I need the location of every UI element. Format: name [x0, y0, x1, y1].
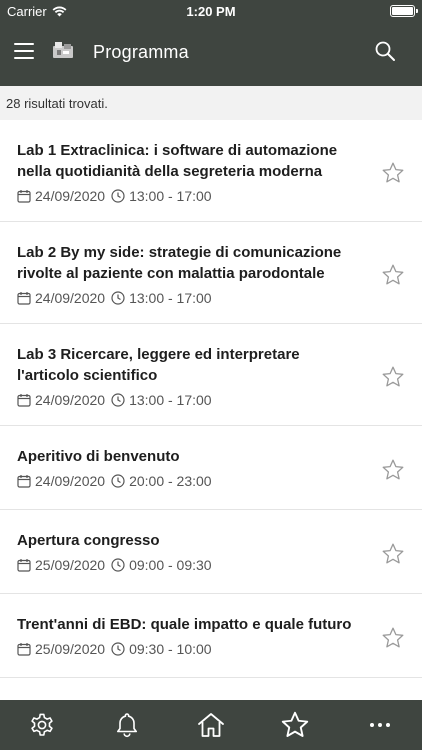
page-title: Programma	[93, 42, 189, 62]
event-date: 24/09/2020	[35, 290, 106, 306]
event-title: Aperitivo di benvenuto	[17, 448, 180, 465]
results-count: 28 risultati trovati.	[0, 86, 422, 120]
event-meta: 24/09/2020 13:00 - 17:00	[17, 290, 362, 306]
menu-line	[14, 43, 34, 45]
favorite-star-icon[interactable]	[381, 542, 405, 566]
menu-button[interactable]	[14, 43, 34, 61]
favorite-star-icon[interactable]	[381, 458, 405, 482]
event-meta: 24/09/2020 13:00 - 17:00	[17, 188, 362, 204]
favorite-star-icon[interactable]	[381, 263, 405, 287]
favorite-star-icon[interactable]	[381, 365, 405, 389]
clock-icon	[111, 291, 125, 305]
more-icon	[369, 723, 390, 727]
calendar-icon	[17, 190, 31, 203]
nav-notifications[interactable]	[84, 700, 168, 750]
event-date: 24/09/2020	[35, 473, 106, 489]
event-time: 13:00 - 17:00	[129, 392, 212, 408]
event-time: 09:30 - 10:00	[129, 641, 212, 657]
event-title: Apertura congresso	[17, 532, 160, 549]
list-item[interactable]: Lab 1 Extraclinica: i software di automa…	[0, 120, 422, 222]
event-time: 13:00 - 17:00	[129, 290, 212, 306]
event-meta: 24/09/2020 13:00 - 17:00	[17, 392, 362, 408]
calendar-icon	[17, 394, 31, 407]
event-date: 24/09/2020	[35, 188, 106, 204]
clock-icon	[111, 642, 125, 656]
list-item[interactable]: Trent'anni di EBD: quale impatto e quale…	[0, 594, 422, 678]
nav-home[interactable]	[169, 700, 253, 750]
star-icon	[282, 711, 309, 737]
battery-icon	[390, 5, 418, 17]
event-date: 25/09/2020	[35, 641, 106, 657]
clock: 1:20 PM	[186, 4, 236, 19]
gear-icon	[31, 713, 53, 736]
event-time: 09:00 - 09:30	[129, 557, 212, 573]
favorite-star-icon[interactable]	[381, 161, 405, 185]
event-title: Lab 3 Ricercare, leggere ed interpretare…	[17, 346, 300, 384]
clock-icon	[111, 474, 125, 488]
event-title: Trent'anni di EBD: quale impatto e quale…	[17, 616, 352, 633]
calendar-icon	[17, 292, 31, 305]
favorite-star-icon[interactable]	[381, 626, 405, 650]
bottom-nav	[0, 700, 422, 750]
calendar-icon	[17, 559, 31, 572]
menu-line	[14, 50, 34, 52]
status-bar: Carrier 1:20 PM	[0, 0, 422, 22]
search-icon[interactable]	[374, 40, 396, 62]
event-time: 20:00 - 23:00	[129, 473, 212, 489]
event-title: Lab 1 Extraclinica: i software di automa…	[17, 142, 338, 180]
nav-more[interactable]	[338, 700, 422, 750]
bell-icon	[116, 713, 137, 738]
event-meta: 25/09/2020 09:30 - 10:00	[17, 641, 362, 657]
clock-icon	[111, 189, 125, 203]
event-meta: 25/09/2020 09:00 - 09:30	[17, 557, 362, 573]
list-item[interactable]: Lab 3 Ricercare, leggere ed interpretare…	[0, 324, 422, 426]
event-list: Lab 1 Extraclinica: i software di automa…	[0, 120, 422, 700]
event-title: Lab 2 By my side: strategie di comunicaz…	[17, 244, 342, 282]
clock-icon	[111, 393, 125, 407]
app-logo-icon	[53, 42, 73, 58]
event-meta: 24/09/2020 20:00 - 23:00	[17, 473, 362, 489]
calendar-icon	[17, 643, 31, 656]
calendar-icon	[17, 475, 31, 488]
menu-line	[14, 57, 34, 59]
event-date: 24/09/2020	[35, 392, 106, 408]
nav-favorites[interactable]	[253, 700, 337, 750]
list-item[interactable]: Aperitivo di benvenuto 24/09/2020 20:00 …	[0, 426, 422, 510]
app-bar: Programma	[0, 22, 422, 86]
nav-settings[interactable]	[0, 700, 84, 750]
list-item[interactable]: Apertura congresso 25/09/2020 09:00 - 09…	[0, 510, 422, 594]
clock-icon	[111, 558, 125, 572]
event-time: 13:00 - 17:00	[129, 188, 212, 204]
home-icon	[198, 713, 224, 737]
list-item[interactable]: Lab 2 By my side: strategie di comunicaz…	[0, 222, 422, 324]
event-date: 25/09/2020	[35, 557, 106, 573]
